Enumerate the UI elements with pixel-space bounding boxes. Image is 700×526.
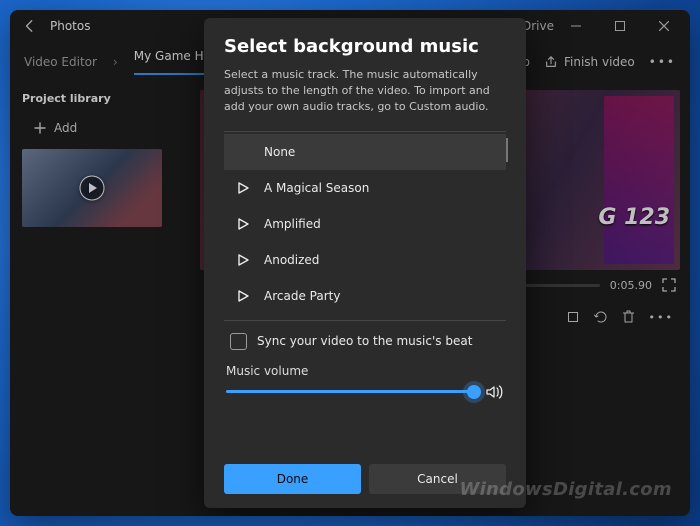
track-label: Anodized bbox=[264, 253, 319, 267]
divider bbox=[224, 131, 506, 132]
sync-checkbox[interactable] bbox=[230, 333, 247, 350]
dialog-title: Select background music bbox=[224, 36, 506, 57]
track-label: Amplified bbox=[264, 217, 321, 231]
done-button[interactable]: Done bbox=[224, 464, 361, 494]
dialog-description: Select a music track. The music automati… bbox=[224, 67, 506, 115]
sync-to-beat-row[interactable]: Sync your video to the music's beat bbox=[224, 323, 506, 356]
sync-label: Sync your video to the music's beat bbox=[257, 334, 472, 348]
speaker-icon[interactable] bbox=[486, 384, 504, 400]
track-option[interactable]: A Magical Season bbox=[224, 170, 506, 206]
track-option[interactable]: Amplified bbox=[224, 206, 506, 242]
track-label: None bbox=[264, 145, 295, 159]
play-icon[interactable] bbox=[236, 254, 250, 266]
cancel-button[interactable]: Cancel bbox=[369, 464, 506, 494]
play-icon[interactable] bbox=[236, 290, 250, 302]
track-list[interactable]: None A Magical Season Amplified Anodized… bbox=[224, 134, 506, 314]
divider bbox=[224, 320, 506, 321]
scrollbar-indicator[interactable] bbox=[506, 138, 508, 162]
volume-label: Music volume bbox=[224, 356, 506, 382]
photos-video-editor-window: Photos eDrive Video Editor › My Game Hig… bbox=[10, 10, 690, 516]
track-label: A Magical Season bbox=[264, 181, 369, 195]
track-option[interactable]: Anodized bbox=[224, 242, 506, 278]
background-music-dialog: Select background music Select a music t… bbox=[204, 18, 526, 508]
play-icon[interactable] bbox=[236, 182, 250, 194]
track-label: Arcade Party bbox=[264, 289, 340, 303]
play-icon[interactable] bbox=[236, 218, 250, 230]
track-option-none[interactable]: None bbox=[224, 134, 506, 170]
done-label: Done bbox=[277, 472, 309, 486]
volume-slider[interactable] bbox=[226, 390, 474, 393]
cancel-label: Cancel bbox=[417, 472, 458, 486]
track-option[interactable]: Arcade Party bbox=[224, 278, 506, 314]
